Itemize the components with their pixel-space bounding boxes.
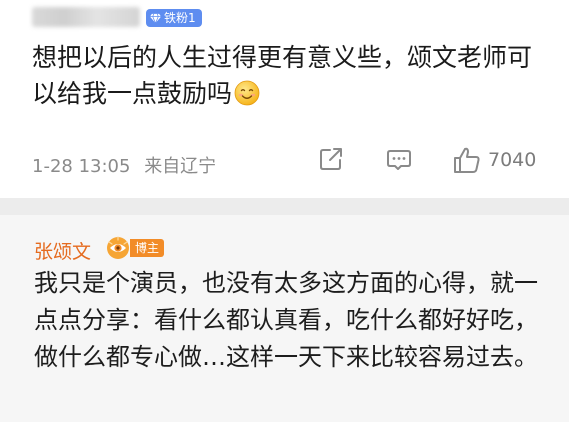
- comment-location: 来自辽宁: [144, 156, 217, 177]
- weibo-comment-page: 铁粉1 想把以后的人生过得更有意义些，颂文老师可以给我一点鼓励吗 1-28 13…: [0, 0, 569, 422]
- diamond-icon: [150, 13, 161, 24]
- comment-text-body: 想把以后的人生过得更有意义些，颂文老师可以给我一点鼓励吗: [32, 43, 533, 108]
- blogger-badge-label: 博主: [130, 239, 165, 257]
- comment-card: 铁粉1 想把以后的人生过得更有意义些，颂文老师可以给我一点鼓励吗 1-28 13…: [0, 0, 569, 198]
- share-button[interactable]: [318, 146, 344, 172]
- comment-icon: [387, 150, 411, 170]
- blurred-username[interactable]: [32, 7, 140, 27]
- comment-button[interactable]: [386, 146, 412, 172]
- like-count: 7040: [488, 149, 537, 171]
- like-icon: [454, 147, 480, 173]
- reply-text: 我只是个演员，也没有太多这方面的心得，就一点点分享：看什么都认真看，吃什么都好好…: [34, 269, 538, 371]
- reply-card: 张颂文 博主 我只是个演员，也没有太多这方面的心得，就一点点分享：看什么都认真看…: [0, 215, 569, 422]
- comment-meta: 1-28 13:05 来自辽宁: [32, 152, 216, 178]
- smiley-emoji-icon: [234, 80, 260, 106]
- share-icon: [320, 148, 342, 170]
- blogger-eye-icon: [107, 236, 129, 259]
- comment-text: 想把以后的人生过得更有意义些，颂文老师可以给我一点鼓励吗: [32, 40, 552, 112]
- reply-username[interactable]: 张颂文: [34, 237, 91, 264]
- like-button[interactable]: 7040: [452, 146, 536, 174]
- fan-badge-label: 铁粉1: [164, 11, 196, 25]
- blogger-badge: 博主: [106, 236, 165, 260]
- section-divider: [0, 198, 569, 215]
- comment-time: 1-28 13:05: [32, 156, 131, 177]
- fan-badge[interactable]: 铁粉1: [146, 9, 202, 27]
